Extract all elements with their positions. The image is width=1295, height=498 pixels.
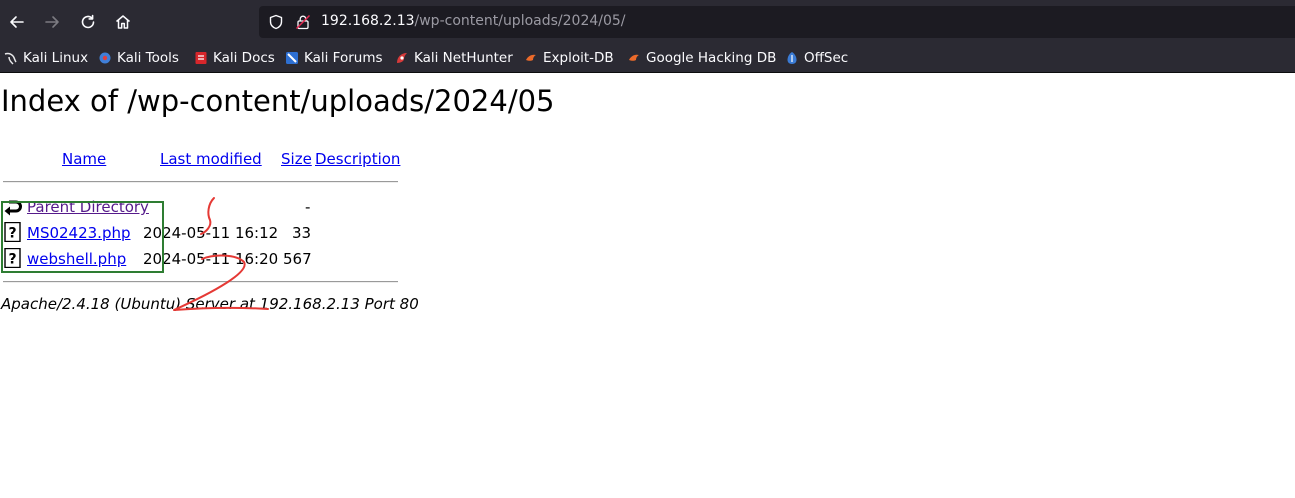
svg-text:?: ? (8, 226, 16, 242)
url-text[interactable]: 192.168.2.13/wp-content/uploads/2024/05/ (321, 13, 626, 29)
unknown-file-icon: ? (4, 248, 21, 268)
bookmark-label: Kali Linux (23, 50, 89, 66)
file-size: 33 (292, 224, 312, 242)
bookmark-kali-nethunter[interactable]: Kali NetHunter (395, 49, 513, 67)
file-modified: 2024-05-11 16:20 (143, 250, 279, 268)
bookmark-label: Kali Tools (117, 50, 179, 66)
home-button[interactable] (109, 8, 137, 36)
divider (3, 281, 398, 283)
bookmark-label: Exploit-DB (543, 50, 614, 66)
kali-forums-icon (286, 52, 298, 64)
bookmark-label: Kali Docs (213, 50, 275, 66)
bookmark-offsec[interactable]: OffSec (785, 49, 848, 67)
home-icon (116, 15, 130, 29)
bookmark-label: Kali NetHunter (414, 50, 513, 66)
column-header-description[interactable]: Description (315, 150, 400, 168)
bookmark-exploit-db[interactable]: Exploit-DB (524, 49, 614, 67)
google-hacking-db-icon (629, 54, 639, 61)
kali-nethunter-icon (397, 53, 407, 63)
column-header-name[interactable]: Name (62, 150, 106, 168)
column-header-last-modified[interactable]: Last modified (160, 150, 262, 168)
file-size: 567 (283, 250, 312, 268)
bookmarks-toolbar: Kali Linux Kali Tools Kali Docs Kali For… (0, 44, 1295, 73)
bookmark-google-hacking-db[interactable]: Google Hacking DB (627, 49, 776, 67)
exploit-db-icon (526, 54, 536, 61)
svg-text:?: ? (8, 252, 16, 268)
reload-icon (81, 14, 95, 29)
bookmark-kali-linux[interactable]: Kali Linux (4, 49, 88, 67)
bookmark-kali-docs[interactable]: Kali Docs (194, 49, 275, 67)
forward-arrow-icon (45, 16, 59, 28)
server-signature: Apache/2.4.18 (Ubuntu) Server at 192.168… (1, 295, 419, 313)
bookmark-kali-tools[interactable]: Kali Tools (98, 49, 179, 67)
forward-button[interactable] (38, 8, 66, 36)
column-header-size[interactable]: Size (281, 150, 312, 168)
back-button[interactable] (3, 8, 31, 36)
bookmark-label: Google Hacking DB (646, 50, 777, 66)
url-host: 192.168.2.13 (321, 13, 415, 29)
page-title: Index of /wp-content/uploads/2024/05 (1, 84, 555, 118)
back-arrow-icon (4, 200, 22, 216)
back-arrow-icon (10, 16, 24, 28)
offsec-icon (787, 52, 797, 64)
bookmark-kali-forums[interactable]: Kali Forums (285, 49, 383, 67)
parent-directory-link[interactable]: Parent Directory (27, 198, 149, 216)
reload-button[interactable] (74, 8, 102, 36)
tracking-shield-icon[interactable] (268, 14, 284, 30)
file-modified: 2024-05-11 16:12 (143, 224, 279, 242)
url-path: /wp-content/uploads/2024/05/ (414, 13, 626, 29)
page-content: Index of /wp-content/uploads/2024/05 Nam… (0, 74, 1295, 498)
insecure-lock-icon[interactable] (295, 14, 311, 30)
divider (3, 181, 398, 183)
unknown-file-icon: ? (4, 222, 21, 242)
file-link[interactable]: webshell.php (27, 250, 126, 268)
bookmark-label: Kali Forums (304, 50, 383, 66)
browser-toolbar: 192.168.2.13/wp-content/uploads/2024/05/ (0, 0, 1295, 44)
kali-docs-icon (195, 52, 207, 64)
url-bar[interactable]: 192.168.2.13/wp-content/uploads/2024/05/ (259, 6, 1295, 38)
bookmark-label: OffSec (804, 50, 849, 66)
file-link[interactable]: MS02423.php (27, 224, 131, 242)
kali-tools-icon (99, 52, 111, 64)
file-size: - (305, 198, 311, 216)
kali-dragon-icon (4, 52, 17, 65)
